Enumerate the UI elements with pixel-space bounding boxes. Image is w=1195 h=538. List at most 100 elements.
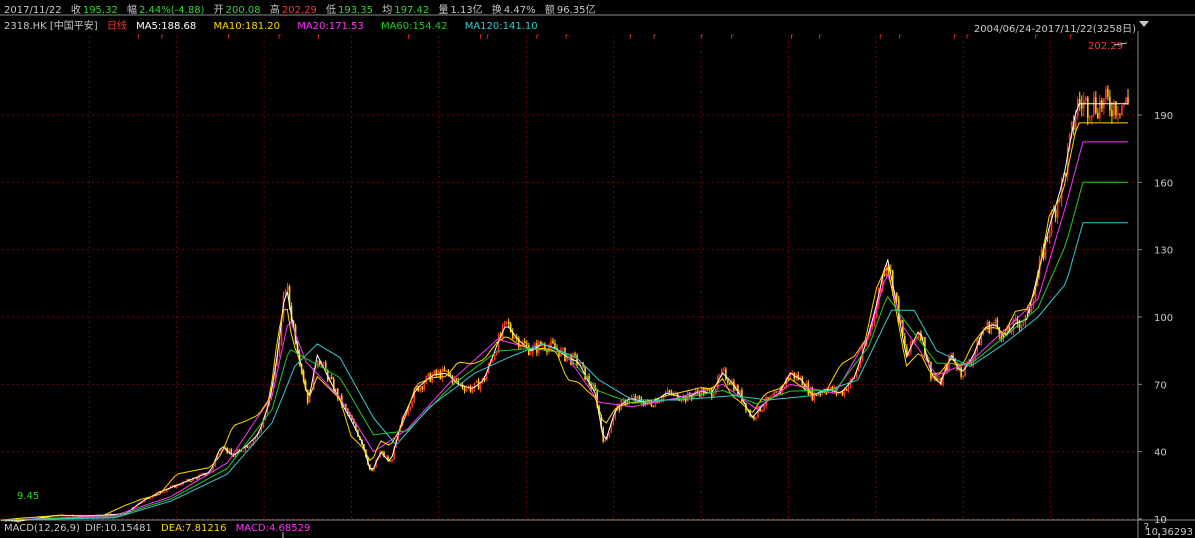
candle-body [771, 395, 773, 397]
event-marker: r [898, 32, 902, 41]
candle-body [1058, 200, 1061, 203]
candle-body [316, 360, 319, 367]
candle-body [1056, 202, 1059, 218]
candle-body [550, 340, 552, 347]
candle-body [497, 334, 500, 353]
candle-body [1020, 324, 1023, 328]
candle-body [1107, 88, 1109, 98]
candle-body [525, 343, 528, 346]
ma10-line [1, 122, 1128, 521]
ma20-line [1, 141, 1128, 521]
candle-body [469, 386, 472, 392]
candle-body [330, 377, 333, 379]
candle-body [218, 453, 220, 455]
event-marker: r [565, 32, 569, 41]
candle-body [1127, 97, 1129, 104]
candle-body [202, 472, 204, 474]
candle-body [242, 451, 245, 453]
candle-body [706, 389, 709, 391]
event-marker: r [137, 32, 141, 41]
candle-body [962, 376, 964, 378]
y-tick-label: 70 [1154, 380, 1167, 391]
candle-body [391, 459, 393, 462]
candle-body [503, 321, 506, 326]
candle-body [286, 286, 289, 291]
candle-body [1119, 113, 1121, 115]
candle-body [883, 274, 886, 276]
candle-body [988, 321, 991, 334]
candle-body [753, 416, 755, 419]
candle-body [723, 369, 725, 371]
event-marker: r [407, 32, 411, 41]
candle-body [463, 387, 466, 391]
macd-dif: DIF:10.15481 [85, 523, 152, 534]
candle-body [411, 401, 413, 408]
candle-body [755, 416, 757, 419]
candle-body [475, 380, 478, 383]
event-marker: r [161, 32, 165, 41]
candle-body [632, 396, 635, 398]
candle-body [389, 460, 391, 462]
candle-body [708, 389, 711, 391]
candle-body [1095, 97, 1097, 113]
candle-body [495, 352, 498, 355]
candle-body [1125, 97, 1127, 104]
y-tick-label: 40 [1154, 448, 1167, 459]
candle-body [791, 372, 794, 374]
macd-axis-value: 10.36293 [1145, 527, 1193, 538]
event-marker: r [1035, 32, 1039, 41]
candle-body [773, 391, 775, 396]
candle-body [1093, 97, 1095, 116]
max-price-label: 202.29 [1088, 41, 1123, 52]
candle-body [1048, 232, 1051, 238]
candle-body [574, 353, 576, 356]
candle-body [491, 360, 494, 362]
macd-legend-bar: MACD(12,26,9) DIF:10.15481 DEA:7.81216 M… [4, 523, 310, 534]
candle-body [767, 397, 769, 399]
y-tick-label: 130 [1154, 246, 1173, 257]
event-marker: r [966, 32, 970, 41]
price-chart[interactable]: 104070100130160190r r r r r r r r r r r r r r r r r r r r r r… [0, 0, 1195, 538]
candle-body [1111, 110, 1113, 117]
candle-body [162, 492, 164, 494]
candle-body [684, 395, 687, 402]
candle-body [847, 385, 850, 391]
candle-body [1099, 100, 1101, 119]
candle-body [638, 396, 641, 399]
candle-body [180, 484, 182, 486]
candle-body [166, 489, 168, 492]
event-marker: r [731, 32, 735, 41]
candle-body [513, 337, 516, 339]
candle-body [246, 446, 249, 448]
candle-body [761, 409, 763, 412]
candle-body [729, 382, 731, 385]
candle-body [433, 370, 436, 375]
candle-body [443, 368, 446, 372]
macd-indicator-name[interactable]: MACD(12,26,9) [4, 523, 80, 534]
candle-body [419, 386, 422, 392]
candle-body [493, 354, 496, 361]
candle-body [1088, 117, 1091, 119]
candle-body [604, 439, 607, 442]
event-marker: r [278, 32, 282, 41]
candle-body [725, 369, 727, 380]
min-price-label: 9.45 [17, 491, 39, 502]
candle-body [960, 367, 962, 377]
candle-body [783, 386, 785, 388]
event-marker: r [790, 32, 794, 41]
candle-body [652, 406, 655, 408]
candle-body [1121, 105, 1123, 115]
candle-body [994, 319, 997, 324]
candle-body [608, 432, 611, 437]
candle-body [172, 485, 174, 487]
candle-body [528, 345, 530, 356]
candle-body [964, 364, 966, 377]
candle-body [1022, 322, 1025, 325]
event-marker: r [953, 32, 957, 41]
candle-body [409, 407, 411, 410]
event-marker: r [653, 32, 657, 41]
candle-body [542, 345, 544, 347]
candle-body [1097, 112, 1099, 119]
candle-body [427, 373, 430, 377]
y-tick-label: 190 [1154, 111, 1173, 122]
